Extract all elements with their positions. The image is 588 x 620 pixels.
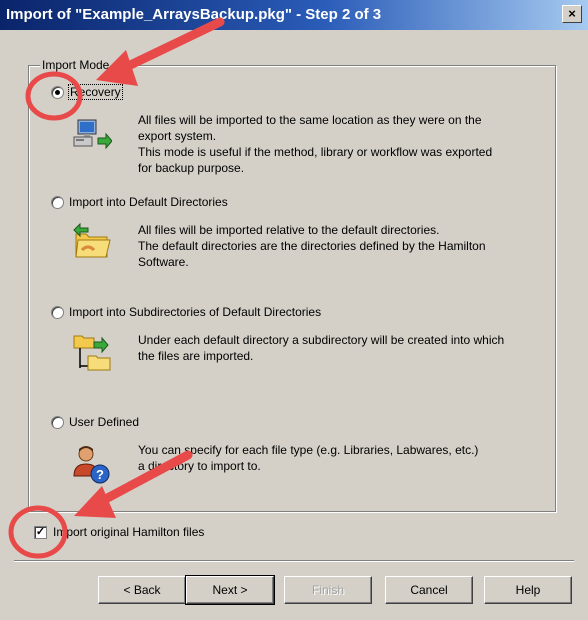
window-title: Import of "Example_ArraysBackup.pkg" - S…: [6, 6, 382, 23]
radio-label: Recovery: [68, 84, 123, 100]
import-original-files-checkbox[interactable]: ✓: [34, 525, 47, 539]
radio-button[interactable]: [51, 195, 64, 209]
radio-button[interactable]: [51, 85, 64, 99]
radio-label: User Defined: [69, 415, 140, 429]
import-original-files-checkbox-row[interactable]: ✓ Import original Hamilton files: [34, 525, 204, 539]
radio-button[interactable]: [51, 305, 64, 319]
svg-text:?: ?: [96, 467, 104, 482]
folder-import-icon: [72, 222, 112, 262]
radio-user-defined[interactable]: User Defined: [51, 415, 139, 429]
radio-default-directories[interactable]: Import into Default Directories: [51, 195, 228, 209]
default-directories-description: All files will be imported relative to t…: [138, 223, 486, 269]
button-separator: [14, 560, 574, 562]
finish-button[interactable]: Finish: [284, 576, 372, 604]
recovery-description: All files will be imported to the same l…: [138, 113, 493, 175]
checkbox-label: Import original Hamilton files: [53, 525, 205, 539]
radio-label: Import into Default Directories: [69, 195, 228, 209]
import-mode-group-label: Import Mode: [40, 58, 112, 72]
close-button[interactable]: ×: [562, 5, 582, 23]
back-button[interactable]: < Back: [98, 576, 186, 604]
window-titlebar: Import of "Example_ArraysBackup.pkg" - S…: [0, 0, 588, 30]
subfolder-import-icon: [72, 332, 112, 372]
computer-import-icon: [72, 116, 113, 156]
radio-recovery[interactable]: Recovery: [51, 84, 123, 100]
cancel-button[interactable]: Cancel: [385, 576, 473, 604]
next-button[interactable]: Next >: [185, 575, 275, 605]
help-button[interactable]: Help: [484, 576, 572, 604]
user-defined-description: You can specify for each file type (e.g.…: [138, 443, 479, 473]
subdirectories-description: Under each default directory a subdirect…: [138, 333, 505, 363]
radio-button[interactable]: [51, 415, 64, 429]
user-question-icon: ?: [72, 444, 112, 484]
radio-label: Import into Subdirectories of Default Di…: [69, 305, 322, 319]
radio-subdirectories[interactable]: Import into Subdirectories of Default Di…: [51, 305, 321, 319]
